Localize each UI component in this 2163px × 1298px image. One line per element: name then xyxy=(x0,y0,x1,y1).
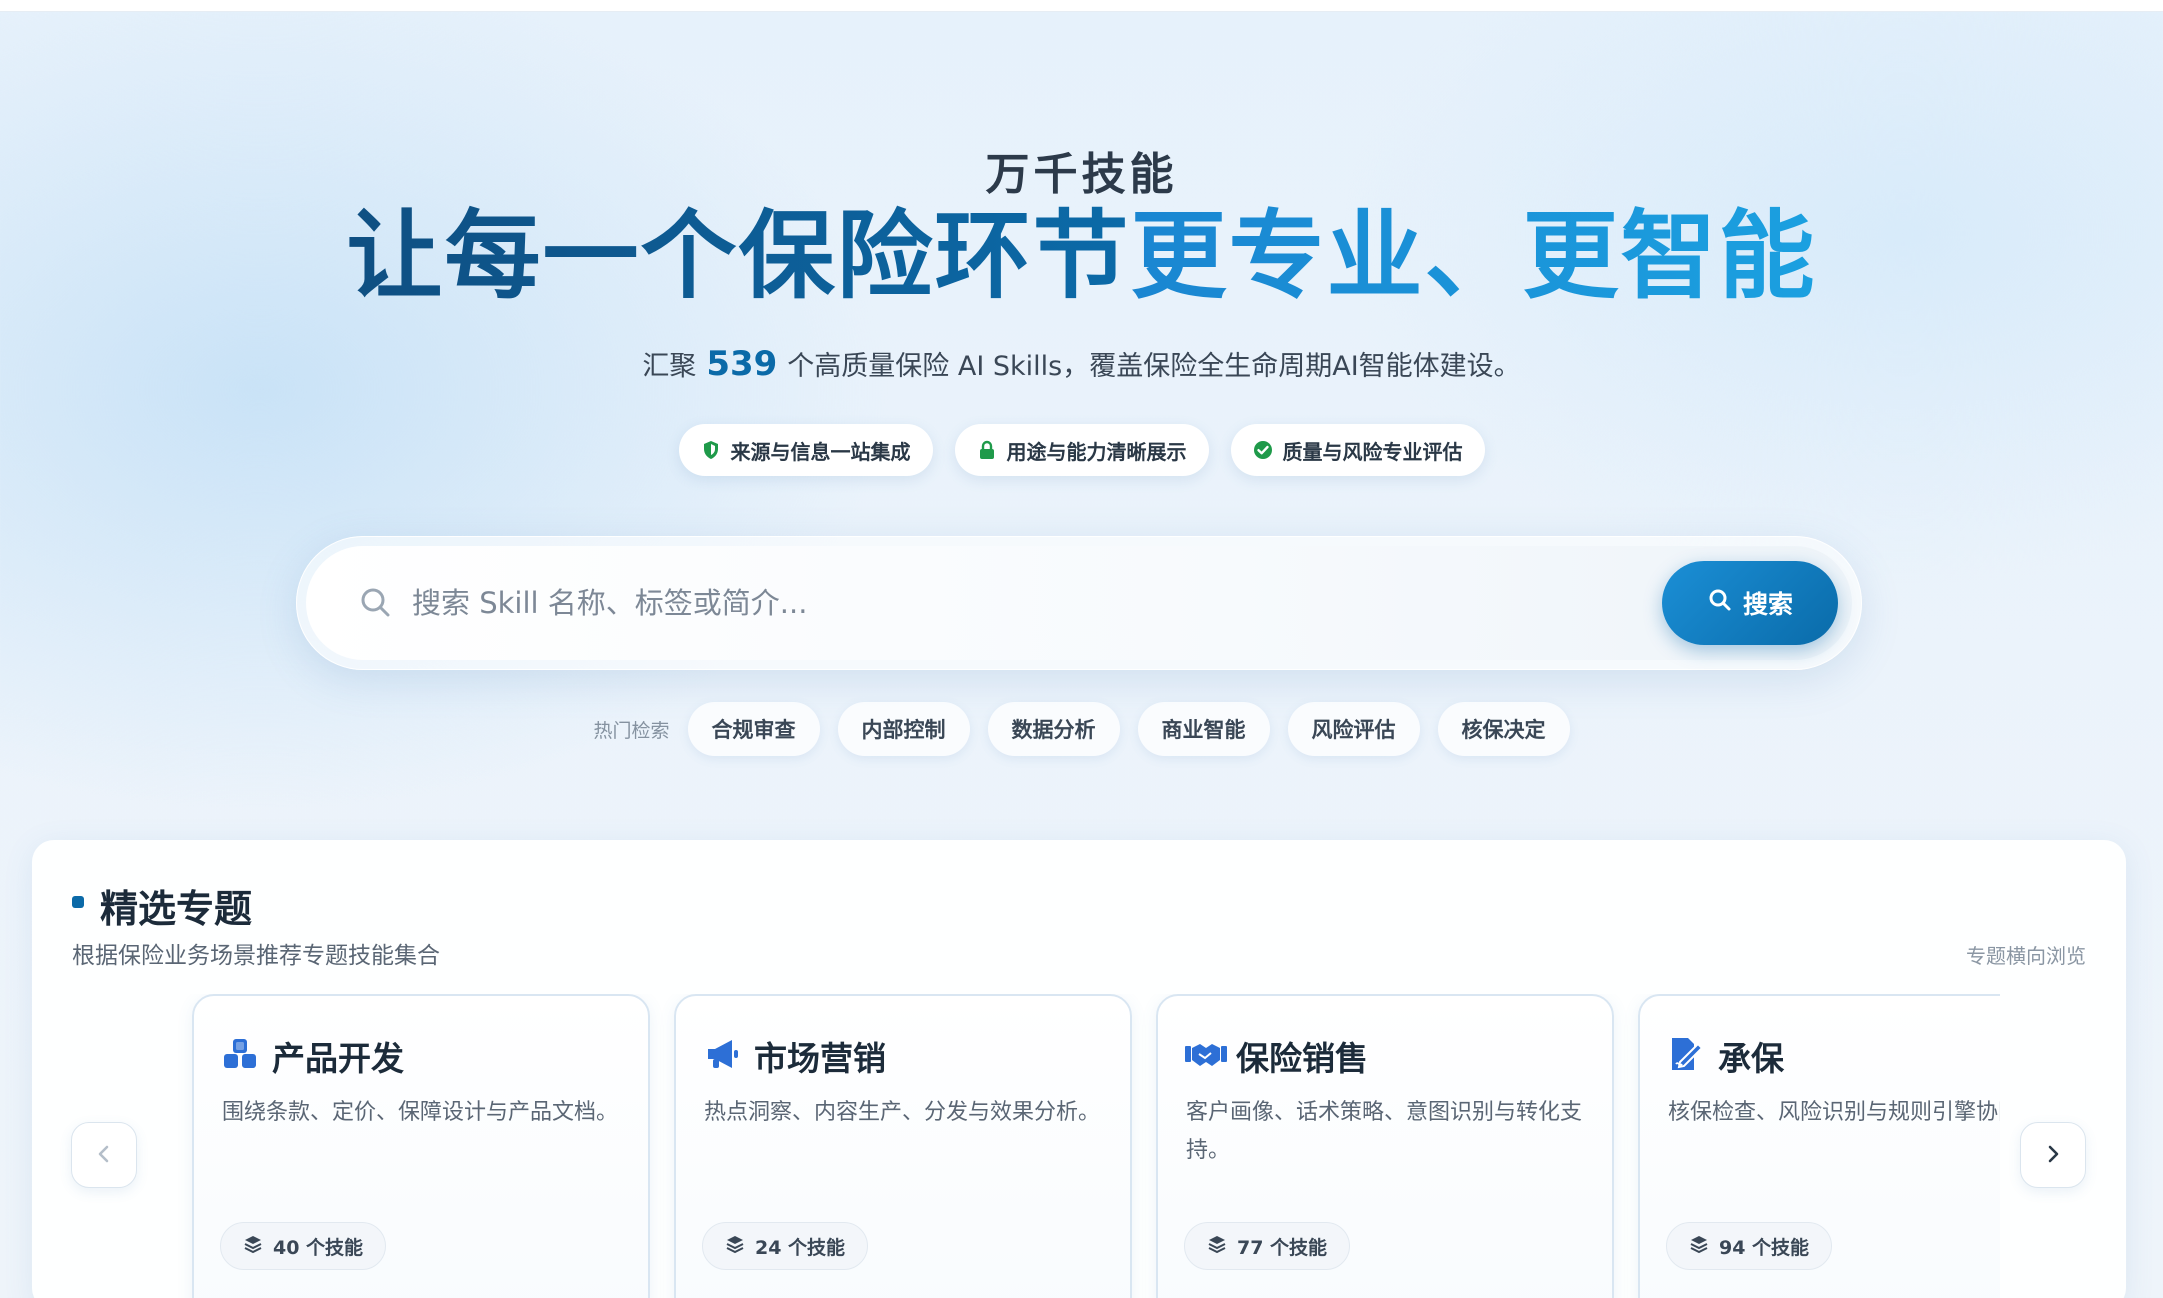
topic-title: 保险销售 xyxy=(1236,1039,1368,1078)
hot-tag[interactable]: 数据分析 xyxy=(987,702,1120,756)
subline-prefix: 汇聚 xyxy=(642,351,697,382)
topic-description: 客户画像、话术策略、意图识别与转化支持。 xyxy=(1186,1100,1583,1163)
featured-subtitle: 根据保险业务场景推荐专题技能集合 xyxy=(72,943,440,969)
check-circle-icon xyxy=(1253,440,1273,460)
skill-count: 94 个技能 xyxy=(1719,1236,1810,1259)
megaphone-icon xyxy=(702,1034,742,1074)
featured-topics-panel: 精选专题 根据保险业务场景推荐专题技能集合 专题横向浏览 产品开发 围绕条款、定… xyxy=(32,840,2126,1298)
hot-tag[interactable]: 内部控制 xyxy=(837,702,970,756)
feature-pill: 质量与风险专业评估 xyxy=(1230,424,1485,476)
feature-label: 用途与能力清晰展示 xyxy=(1006,439,1187,464)
handshake-icon xyxy=(1184,1034,1227,1074)
topic-title: 产品开发 xyxy=(272,1039,404,1078)
headline-highlight: 更专业、更智能 xyxy=(1130,200,1817,312)
file-signature-icon xyxy=(1666,1034,1706,1074)
skill-count: 77 个技能 xyxy=(1237,1236,1328,1259)
skill-count-badge: 40 个技能 xyxy=(220,1222,387,1270)
hot-tag[interactable]: 合规审查 xyxy=(687,702,820,756)
headline-primary: 让每一个保险环节 xyxy=(346,200,1131,312)
topic-title: 承保 xyxy=(1718,1039,1784,1078)
topic-card[interactable]: 承保 核保检查、风险识别与规则引擎协同 94 个技能 xyxy=(1638,994,2000,1298)
browse-hint: 专题横向浏览 xyxy=(1966,944,2086,968)
skill-count: 40 个技能 xyxy=(273,1236,364,1259)
topic-description: 围绕条款、定价、保障设计与产品文档。 xyxy=(222,1100,619,1125)
hero-headline: 让每一个保险环节更专业、更智能 xyxy=(0,196,2163,316)
skills-count: 539 xyxy=(706,344,778,384)
feature-pill: 用途与能力清晰展示 xyxy=(954,424,1209,476)
chevron-right-icon xyxy=(2042,1143,2064,1168)
search-button-label: 搜索 xyxy=(1742,591,1793,619)
carousel-prev-button[interactable] xyxy=(71,1122,137,1188)
layers-icon xyxy=(1207,1234,1227,1259)
search-button[interactable]: 搜索 xyxy=(1662,561,1838,645)
skill-count-badge: 24 个技能 xyxy=(702,1222,869,1270)
topic-carousel: 产品开发 围绕条款、定价、保障设计与产品文档。 40 个技能 市场营销 热点洞察… xyxy=(160,994,2000,1298)
subline-suffix: 个高质量保险 AI Skills，覆盖保险全生命周期AI智能体建设。 xyxy=(787,351,1521,382)
layers-icon xyxy=(725,1234,745,1259)
topic-title: 市场营销 xyxy=(754,1039,886,1078)
shield-icon xyxy=(701,440,721,460)
feature-label: 质量与风险专业评估 xyxy=(1282,439,1463,464)
search-field-container: 搜索 xyxy=(306,546,1852,660)
carousel-next-button[interactable] xyxy=(2020,1122,2086,1188)
hero-subline: 汇聚 539 个高质量保险 AI Skills，覆盖保险全生命周期AI智能体建设。 xyxy=(0,344,2163,384)
hot-tag[interactable]: 风险评估 xyxy=(1287,702,1420,756)
chevron-left-icon xyxy=(93,1143,115,1168)
layers-icon xyxy=(1689,1234,1709,1259)
feature-pill: 来源与信息一站集成 xyxy=(678,424,933,476)
layers-icon xyxy=(243,1234,263,1259)
feature-pills: 来源与信息一站集成 用途与能力清晰展示 质量与风险专业评估 xyxy=(0,424,2163,476)
hot-tag[interactable]: 核保决定 xyxy=(1437,702,1570,756)
search-button-icon xyxy=(1707,587,1733,620)
topic-card[interactable]: 市场营销 热点洞察、内容生产、分发与效果分析。 24 个技能 xyxy=(674,994,1132,1298)
topic-card[interactable]: 保险销售 客户画像、话术策略、意图识别与转化支持。 77 个技能 xyxy=(1156,994,1614,1298)
topic-description: 热点洞察、内容生产、分发与效果分析。 xyxy=(704,1100,1101,1125)
search-input[interactable] xyxy=(412,568,1532,638)
featured-title: 精选专题 xyxy=(100,887,253,931)
topic-description: 核保检查、风险识别与规则引擎协同 xyxy=(1668,1100,2000,1125)
skill-count-badge: 77 个技能 xyxy=(1184,1222,1351,1270)
hot-tag[interactable]: 商业智能 xyxy=(1137,702,1270,756)
hot-searches: 热门检索 合规审查 内部控制 数据分析 商业智能 风险评估 核保决定 xyxy=(0,702,2163,756)
hero-section: 万千技能 让每一个保险环节更专业、更智能 汇聚 539 个高质量保险 AI Skil… xyxy=(0,0,2163,820)
feature-label: 来源与信息一站集成 xyxy=(730,439,911,464)
hot-searches-label: 热门检索 xyxy=(593,719,670,742)
search-icon xyxy=(356,583,396,623)
search-bar: 搜索 xyxy=(296,536,1862,670)
topic-card[interactable]: 产品开发 围绕条款、定价、保障设计与产品文档。 40 个技能 xyxy=(192,994,650,1298)
cubes-icon xyxy=(220,1034,260,1074)
section-marker xyxy=(72,896,84,908)
skill-count-badge: 94 个技能 xyxy=(1666,1222,1833,1270)
lock-icon xyxy=(977,440,997,460)
hero-eyebrow: 万千技能 xyxy=(985,149,1178,200)
skill-count: 24 个技能 xyxy=(755,1236,846,1259)
